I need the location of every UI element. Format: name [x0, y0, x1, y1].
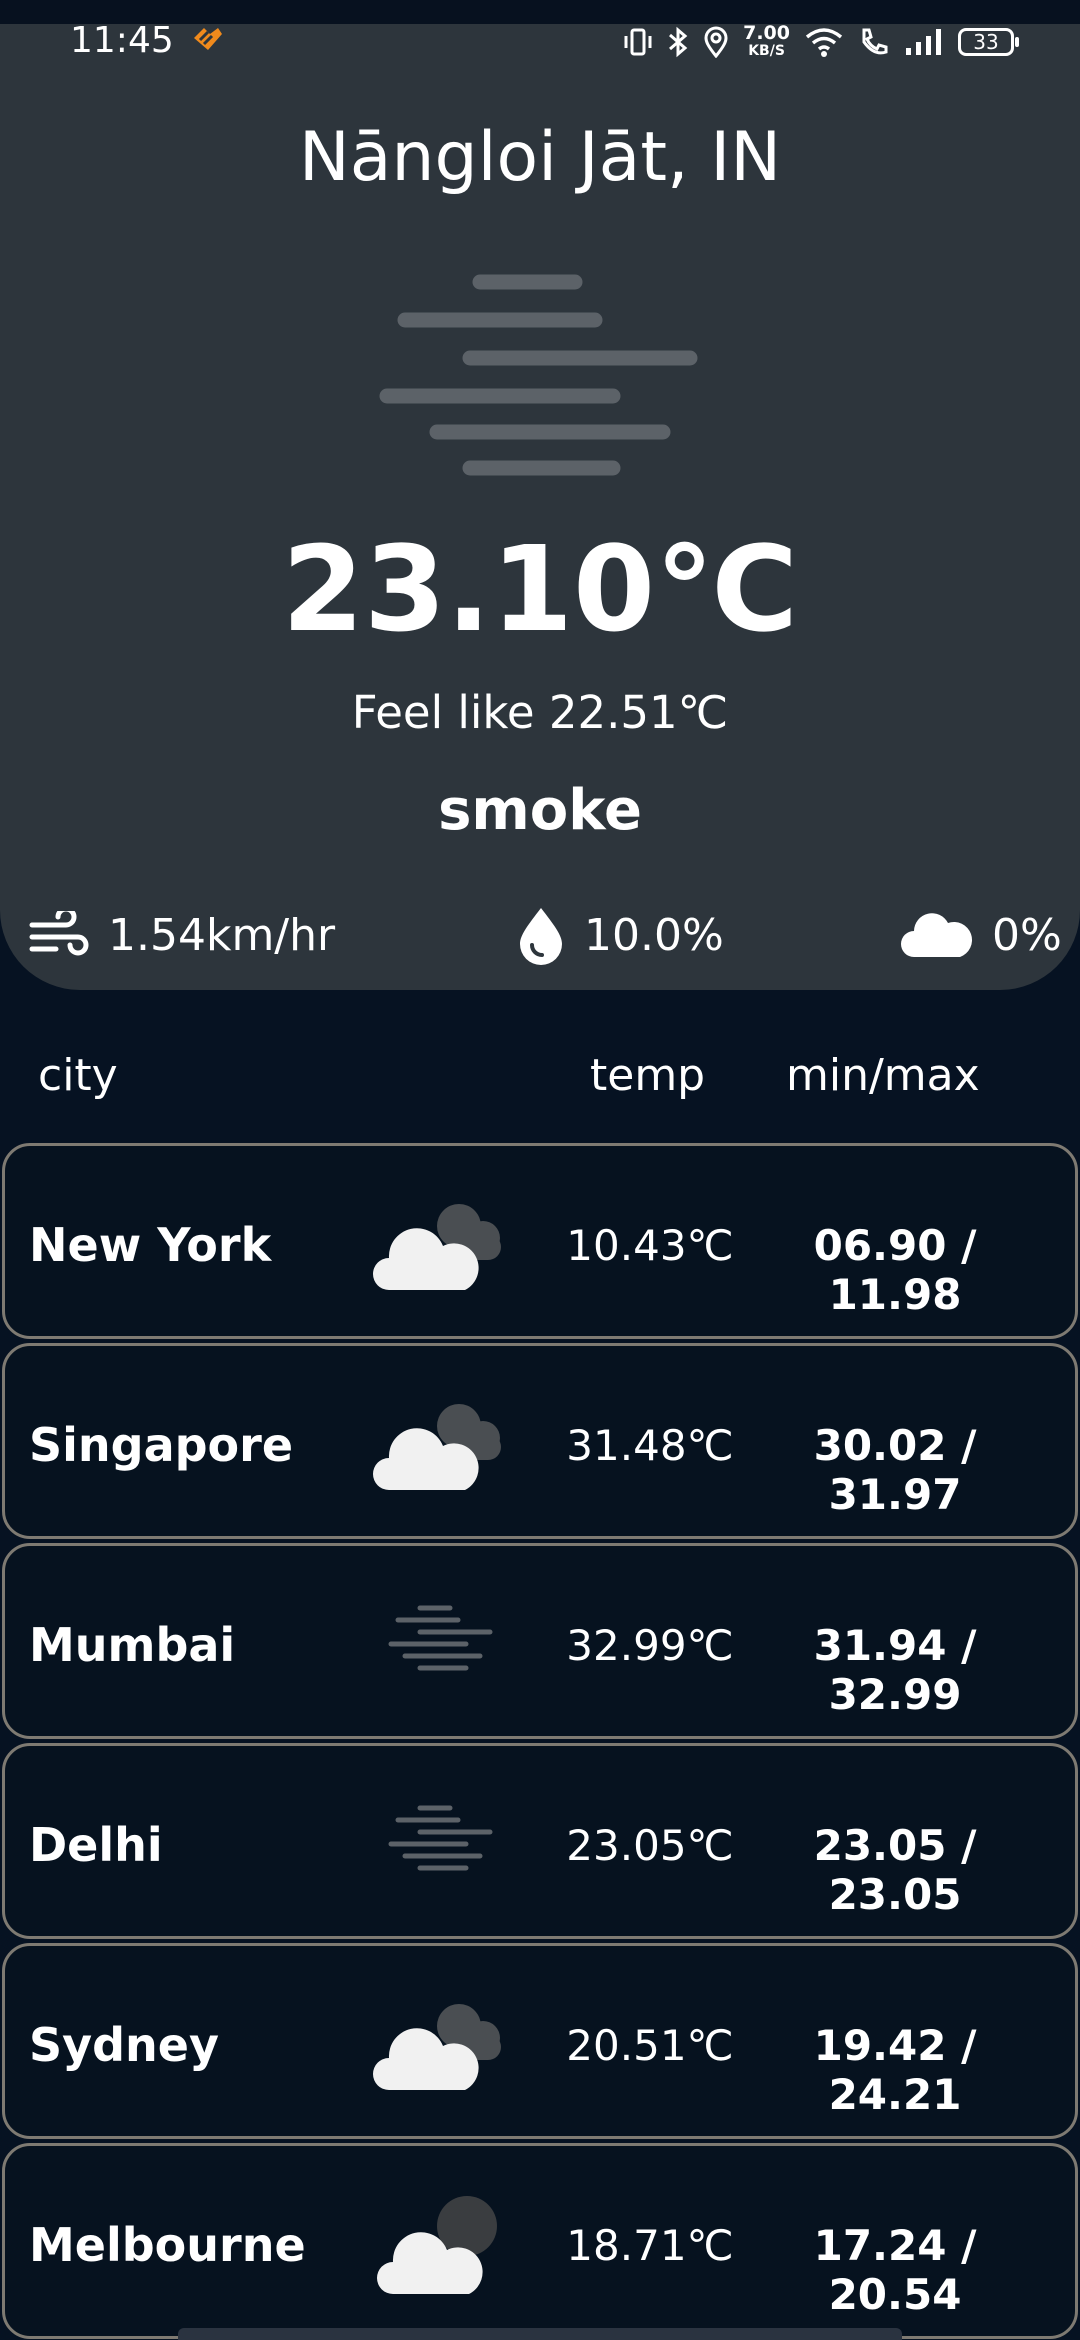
cloudy-icon [373, 1204, 501, 1290]
city-temp: 23.05℃ [566, 1821, 734, 1870]
city-name: Delhi [29, 1818, 163, 1872]
current-temperature: 23.10℃ [281, 520, 799, 658]
wind-speed: 1.54km/hr [108, 909, 336, 961]
signal-icon [906, 29, 941, 55]
smoke-icon [388, 1605, 493, 1671]
smoke-icon [379, 274, 698, 476]
status-indicators: 7.00 KB/S 33 [623, 18, 1019, 66]
city-temp: 31.48℃ [566, 1421, 734, 1470]
city-card-mumbai[interactable]: Mumbai 32.99℃ 31.94 / 32.99 [2, 1543, 1078, 1739]
city-temp: 10.43℃ [566, 1221, 734, 1270]
wifi-icon [805, 28, 843, 57]
cloudy-night-icon [377, 2196, 497, 2294]
city-minmax: 31.94 / 32.99 [813, 1621, 977, 1719]
humidity-icon [520, 908, 562, 965]
network-speed-unit: KB/S [748, 43, 785, 59]
vibrate-icon [624, 28, 652, 56]
gesture-bar [178, 2328, 902, 2340]
city-card-new-york[interactable]: New York 10.43℃ 06.90 / 11.98 [2, 1143, 1078, 1339]
city-minmax: 19.42 / 24.21 [813, 2021, 977, 2119]
city-card-melbourne[interactable]: Melbourne 18.71℃ 17.24 / 20.54 [2, 2143, 1078, 2339]
cloudy-icon [373, 1404, 501, 1490]
city-minmax: 30.02 / 31.97 [813, 1421, 977, 1519]
battery-indicator: 33 [958, 28, 1019, 56]
city-card-delhi[interactable]: Delhi 23.05℃ 23.05 / 23.05 [2, 1743, 1078, 1939]
wind-icon [29, 911, 89, 956]
city-temp: 18.71℃ [566, 2221, 734, 2270]
status-bar: 11:45 7.00 KB/S 33 [0, 18, 1080, 66]
city-temp: 32.99℃ [566, 1621, 734, 1670]
city-card-singapore[interactable]: Singapore 31.48℃ 30.02 / 31.97 [2, 1343, 1078, 1539]
network-speed: 7.00 KB/S [743, 24, 790, 60]
cloud-stat: 0% [900, 900, 1062, 970]
city-minmax: 06.90 / 11.98 [813, 1221, 977, 1319]
status-time: 11:45 [70, 20, 174, 61]
city-name: Mumbai [29, 1618, 236, 1672]
header-temp: temp [590, 1050, 706, 1101]
location-icon [704, 26, 728, 58]
bluetooth-icon [669, 26, 688, 58]
city-name: Singapore [29, 1418, 294, 1472]
city-temp: 20.51℃ [566, 2021, 734, 2070]
wifi-calling-icon [862, 28, 888, 55]
city-name: Melbourne [29, 2218, 306, 2272]
header-minmax: min/max [786, 1050, 980, 1101]
humidity-stat: 10.0% [516, 900, 724, 970]
cloud-coverage: 0% [992, 909, 1062, 961]
city-name: New York [29, 1218, 272, 1272]
location-title: Nāngloi Jāt, IN [298, 118, 782, 197]
weather-condition: smoke [438, 778, 642, 843]
header-city: city [38, 1050, 118, 1101]
cloud-icon [901, 913, 973, 957]
wind-stat: 1.54km/hr [28, 900, 335, 970]
city-minmax: 23.05 / 23.05 [813, 1821, 977, 1919]
feels-like: Feel like 22.51℃ [351, 686, 729, 739]
humidity-value: 10.0% [584, 909, 724, 961]
cloudy-icon [373, 2004, 501, 2090]
city-name: Sydney [29, 2018, 219, 2072]
city-card-sydney[interactable]: Sydney 20.51℃ 19.42 / 24.21 [2, 1943, 1078, 2139]
network-speed-value: 7.00 [743, 22, 790, 44]
app-notification-icon [194, 28, 222, 50]
city-minmax: 17.24 / 20.54 [813, 2221, 977, 2319]
smoke-icon [388, 1805, 493, 1871]
